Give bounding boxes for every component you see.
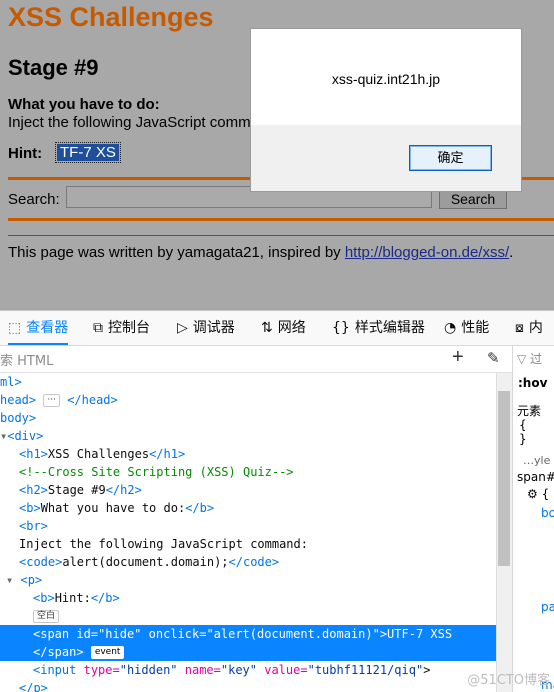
rule-toggle-icon[interactable]: ⚙ {: [527, 487, 549, 501]
search-button[interactable]: Search: [439, 189, 507, 209]
markup-scrollbar-thumb[interactable]: [498, 391, 510, 566]
watermark: @51CTO博客: [467, 673, 550, 688]
tab-performance[interactable]: ◔ 性能: [444, 311, 489, 345]
footer-end: .: [509, 244, 514, 261]
markup-line-selected[interactable]: </span> event: [0, 643, 496, 661]
devtools-panel: ⬚ 查看器 ⧉ 控制台 ▷ 调试器 ⇅ 网络 {} 样式编辑器 ◔ 性能 ⧇ 内 索 HTML…: [0, 310, 554, 692]
prop-bo: bo: [541, 506, 554, 520]
markup-line[interactable]: <br>: [19, 517, 48, 535]
debugger-icon: ▷: [177, 320, 188, 336]
tab-label: 查看器: [26, 320, 69, 336]
page-title: XSS Challenges: [8, 2, 214, 32]
prop-pa: pa: [541, 600, 554, 614]
brace-close: }: [519, 432, 527, 446]
footer-text: This page was written by yamagata21, ins…: [8, 244, 345, 261]
todo-label: What you have to do:: [8, 96, 160, 113]
stylesheet-ref[interactable]: …yle: [523, 454, 550, 467]
tab-console[interactable]: ⧉ 控制台: [93, 311, 150, 345]
whitespace-badge[interactable]: 空白: [33, 610, 60, 623]
tab-label: 样式编辑器: [354, 320, 425, 336]
markup-line[interactable]: <code>alert(document.domain);</code>: [19, 553, 279, 571]
brace-open: {: [519, 418, 527, 432]
markup-line[interactable]: ▾ <p>: [6, 571, 42, 589]
tab-label: 调试器: [192, 320, 235, 336]
memory-icon: ⧇: [515, 320, 524, 336]
style-editor-icon: {}: [332, 320, 350, 336]
markup-line-selected[interactable]: <span id="hide" onclick="alert(document.…: [0, 625, 496, 643]
footer-link[interactable]: http://blogged-on.de/xss/: [345, 244, 509, 261]
divider-bottom: [8, 218, 554, 221]
tab-label: 性能: [461, 320, 490, 336]
twisty-icon[interactable]: ▾: [6, 573, 13, 587]
markup-line[interactable]: <h1>XSS Challenges</h1>: [19, 445, 185, 463]
stage-heading: Stage #9: [8, 55, 99, 80]
hint-value[interactable]: TF-7 XS: [55, 142, 121, 163]
tab-debugger[interactable]: ▷ 调试器: [177, 311, 235, 345]
filter-icon: ▽: [517, 352, 527, 366]
network-icon: ⇅: [261, 320, 273, 336]
html-search-input[interactable]: 索 HTML: [0, 350, 53, 369]
markup-line[interactable]: </p>: [19, 679, 48, 692]
alert-message: xss-quiz.int21h.jp: [331, 71, 441, 87]
hr-line: [8, 235, 554, 236]
add-node-icon[interactable]: +: [452, 346, 464, 369]
markup-line[interactable]: Inject the following JavaScript command:: [19, 535, 308, 553]
inspector-icon: ⬚: [8, 320, 22, 336]
markup-line[interactable]: ▾<div>: [0, 427, 43, 445]
markup-line[interactable]: <h2>Stage #9</h2>: [19, 481, 142, 499]
markup-toolbar: 索 HTML + ✎: [0, 346, 512, 373]
devtools-tabs: ⬚ 查看器 ⧉ 控制台 ▷ 调试器 ⇅ 网络 {} 样式编辑器 ◔ 性能 ⧇ 内: [0, 311, 554, 346]
hint-label: Hint:: [8, 145, 43, 162]
element-rule-label: 元素: [517, 404, 542, 418]
tab-label: 控制台: [108, 320, 150, 336]
markup-line[interactable]: <b>What you have to do:</b>: [19, 499, 214, 517]
todo-text: Inject the following JavaScript comm: [8, 114, 251, 131]
markup-view: ml> head> ··· </head> body> ▾<div> <h1>X…: [0, 373, 496, 692]
span-selector: span#: [517, 470, 554, 484]
eyedropper-icon[interactable]: ✎: [487, 349, 500, 367]
markup-line[interactable]: 空白: [33, 607, 60, 625]
console-icon: ⧉: [93, 320, 103, 336]
markup-line[interactable]: ml>: [0, 373, 22, 391]
performance-icon: ◔: [444, 320, 457, 336]
tab-memory[interactable]: ⧇ 内: [515, 311, 543, 345]
markup-line[interactable]: <b>Hint:</b>: [33, 589, 120, 607]
alert-dialog: xss-quiz.int21h.jp 确定: [250, 28, 522, 192]
footer: This page was written by yamagata21, ins…: [8, 244, 513, 261]
tab-style-editor[interactable]: {} 样式编辑器: [332, 311, 425, 345]
search-label: Search:: [8, 191, 60, 208]
tab-network[interactable]: ⇅ 网络: [261, 311, 306, 345]
hov-toggle[interactable]: :hov: [518, 376, 547, 390]
markup-line[interactable]: body>: [0, 409, 36, 427]
markup-line[interactable]: <input type="hidden" name="key" value="t…: [33, 661, 430, 679]
rules-filter[interactable]: ▽ 过: [517, 350, 542, 367]
collapsed-badge[interactable]: ···: [43, 394, 60, 407]
event-badge[interactable]: event: [90, 646, 125, 659]
tab-label: 网络: [277, 320, 306, 336]
ok-button[interactable]: 确定: [409, 145, 492, 171]
rules-panel: ▽ 过 :hov 元素 { } …yle span# ⚙ { bo pa ma: [512, 346, 554, 692]
tab-label: 内: [528, 320, 543, 336]
tab-inspector[interactable]: ⬚ 查看器: [8, 311, 69, 345]
markup-line[interactable]: <!--Cross Site Scripting (XSS) Quiz-->: [19, 463, 294, 481]
markup-line[interactable]: head> ··· </head>: [0, 391, 118, 409]
